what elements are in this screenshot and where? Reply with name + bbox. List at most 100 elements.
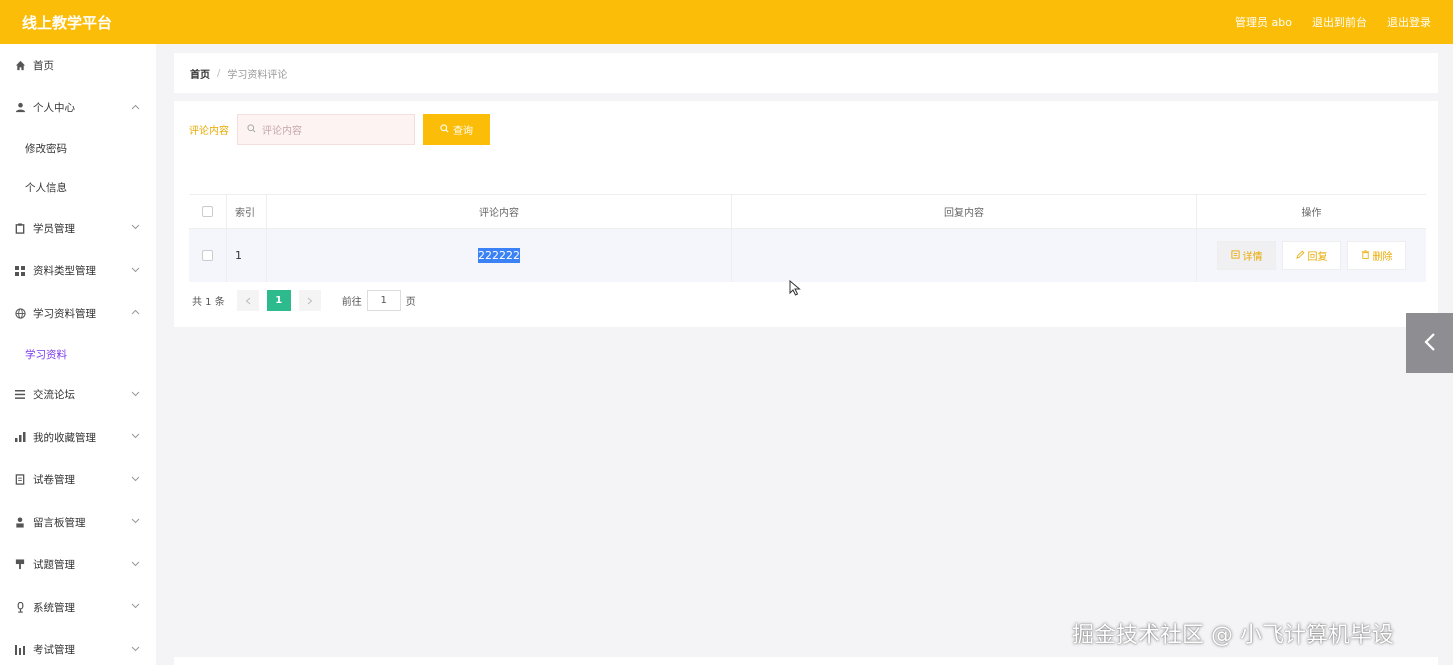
sidebar-item-label: 试卷管理 xyxy=(33,474,75,487)
sidebar-subitem-study-material[interactable]: 学习资料 xyxy=(0,335,156,374)
user-icon xyxy=(13,102,27,113)
chevron-left-icon xyxy=(245,297,251,304)
sidebar-item-label: 资料类型管理 xyxy=(33,265,96,278)
detail-button[interactable]: 详情 xyxy=(1217,241,1276,270)
row-index: 1 xyxy=(227,229,267,282)
reply-button[interactable]: 回复 xyxy=(1282,241,1341,270)
tag-icon xyxy=(13,559,27,570)
header-comment: 评论内容 xyxy=(267,195,732,228)
chevron-down-icon xyxy=(131,390,140,400)
admin-label: 管理员 abo xyxy=(1235,16,1292,29)
sidebar-item-label: 首页 xyxy=(33,59,54,72)
sidebar-item-label: 学员管理 xyxy=(33,222,75,235)
header-reply: 回复内容 xyxy=(732,195,1197,228)
search-icon xyxy=(440,123,449,136)
sidebar: 首页 个人中心 修改密码 个人信息 学员管理 资料类型管理 学习资料管理 学习资… xyxy=(0,44,156,665)
pagination-total: 共 1 条 xyxy=(192,297,225,308)
sidebar-item-label: 留言板管理 xyxy=(33,516,86,529)
chevron-right-icon xyxy=(307,297,313,304)
breadcrumb-separator: / xyxy=(217,67,221,79)
chevron-up-icon xyxy=(131,308,140,318)
edit-icon xyxy=(1295,250,1305,262)
sidebar-item-label: 交流论坛 xyxy=(33,389,75,402)
search-placeholder: 评论内容 xyxy=(262,126,302,137)
sidebar-item-personal-center[interactable]: 个人中心 xyxy=(0,87,156,130)
top-links: 管理员 abo 退出到前台 退出登录 xyxy=(1235,14,1431,30)
chevron-down-icon xyxy=(131,223,140,233)
sidebar-subitem-personal-info[interactable]: 个人信息 xyxy=(0,168,156,207)
list-icon xyxy=(13,390,27,400)
chevron-down-icon xyxy=(131,266,140,276)
watermark: 掘金技术社区 @ 小飞计算机毕设 xyxy=(1072,623,1394,648)
person-icon xyxy=(13,517,27,528)
goto-label: 前往 xyxy=(341,297,362,308)
select-all-cell xyxy=(189,195,227,228)
mic-icon xyxy=(13,601,27,613)
doc-icon xyxy=(13,474,27,485)
prev-page-button[interactable] xyxy=(236,290,259,311)
side-panel-toggle[interactable] xyxy=(1406,313,1453,373)
search-button[interactable]: 查询 xyxy=(423,114,490,145)
reply-button-label: 回复 xyxy=(1307,252,1328,263)
search-input[interactable]: 评论内容 xyxy=(237,114,415,145)
sidebar-item-label: 我的收藏管理 xyxy=(33,431,96,444)
sidebar-item-home[interactable]: 首页 xyxy=(0,44,156,87)
search-row: 评论内容 评论内容 查询 xyxy=(189,114,490,145)
brand-title: 线上教学平台 xyxy=(22,13,113,32)
detail-button-label: 详情 xyxy=(1242,252,1263,263)
sidebar-item-exam-paper-management[interactable]: 试卷管理 xyxy=(0,459,156,502)
chart-icon xyxy=(13,432,27,443)
sidebar-item-study-material-management[interactable]: 学习资料管理 xyxy=(0,292,156,335)
table-row: 1 222222 详情 回复 删除 xyxy=(189,229,1426,282)
delete-button-label: 删除 xyxy=(1372,252,1393,263)
chevron-down-icon xyxy=(131,475,140,485)
bars-icon xyxy=(13,644,27,655)
breadcrumb-home[interactable]: 首页 xyxy=(190,66,210,81)
sidebar-item-message-board-management[interactable]: 留言板管理 xyxy=(0,501,156,544)
delete-button[interactable]: 删除 xyxy=(1347,241,1406,270)
content-card: 评论内容 评论内容 查询 索引 评论内容 回复内容 操作 1 222222 详情… xyxy=(174,101,1438,327)
row-comment: 222222 xyxy=(478,248,520,263)
top-bar: 线上教学平台 管理员 abo 退出到前台 退出登录 xyxy=(0,0,1453,44)
search-button-label: 查询 xyxy=(453,126,473,137)
sidebar-item-label: 个人中心 xyxy=(33,102,75,115)
sidebar-item-system-management[interactable]: 系统管理 xyxy=(0,586,156,629)
sidebar-item-question-management[interactable]: 试题管理 xyxy=(0,544,156,587)
sidebar-item-material-type-management[interactable]: 资料类型管理 xyxy=(0,250,156,293)
globe-icon xyxy=(13,308,27,319)
pagination: 共 1 条 1 前往 1 页 xyxy=(192,290,416,311)
chevron-down-icon xyxy=(131,560,140,570)
search-label: 评论内容 xyxy=(189,126,229,137)
sidebar-item-label: 考试管理 xyxy=(33,644,75,657)
page-suffix: 页 xyxy=(405,297,416,308)
chevron-left-icon xyxy=(1423,332,1436,355)
exit-to-front-link[interactable]: 退出到前台 xyxy=(1312,14,1367,30)
logout-link[interactable]: 退出登录 xyxy=(1387,14,1431,30)
sidebar-item-forum[interactable]: 交流论坛 xyxy=(0,374,156,417)
bottom-strip xyxy=(174,657,1438,665)
row-reply xyxy=(732,229,1197,282)
sidebar-item-label: 试题管理 xyxy=(33,559,75,572)
detail-icon xyxy=(1230,249,1240,262)
comments-table: 索引 评论内容 回复内容 操作 1 222222 详情 回复 删除 xyxy=(189,194,1426,282)
row-actions: 详情 回复 删除 xyxy=(1197,229,1426,282)
chevron-up-icon xyxy=(131,103,140,113)
page-number[interactable]: 1 xyxy=(266,290,291,311)
grid-icon xyxy=(13,265,27,276)
next-page-button[interactable] xyxy=(298,290,321,311)
sidebar-subitem-change-password[interactable]: 修改密码 xyxy=(0,129,156,168)
sidebar-item-student-management[interactable]: 学员管理 xyxy=(0,207,156,250)
select-all-checkbox[interactable] xyxy=(202,206,213,217)
sidebar-item-favorites-management[interactable]: 我的收藏管理 xyxy=(0,416,156,459)
row-select-cell xyxy=(189,229,227,282)
row-comment-cell: 222222 xyxy=(267,229,732,282)
header-actions: 操作 xyxy=(1301,208,1322,219)
table-header: 索引 评论内容 回复内容 操作 xyxy=(189,195,1426,229)
chevron-down-icon xyxy=(131,602,140,612)
goto-page-input[interactable]: 1 xyxy=(366,290,401,311)
sidebar-item-exam-management[interactable]: 考试管理 xyxy=(0,629,156,665)
row-checkbox[interactable] xyxy=(202,250,213,261)
chevron-down-icon xyxy=(131,432,140,442)
breadcrumb-current: 学习资料评论 xyxy=(227,69,288,81)
search-icon xyxy=(247,123,256,136)
